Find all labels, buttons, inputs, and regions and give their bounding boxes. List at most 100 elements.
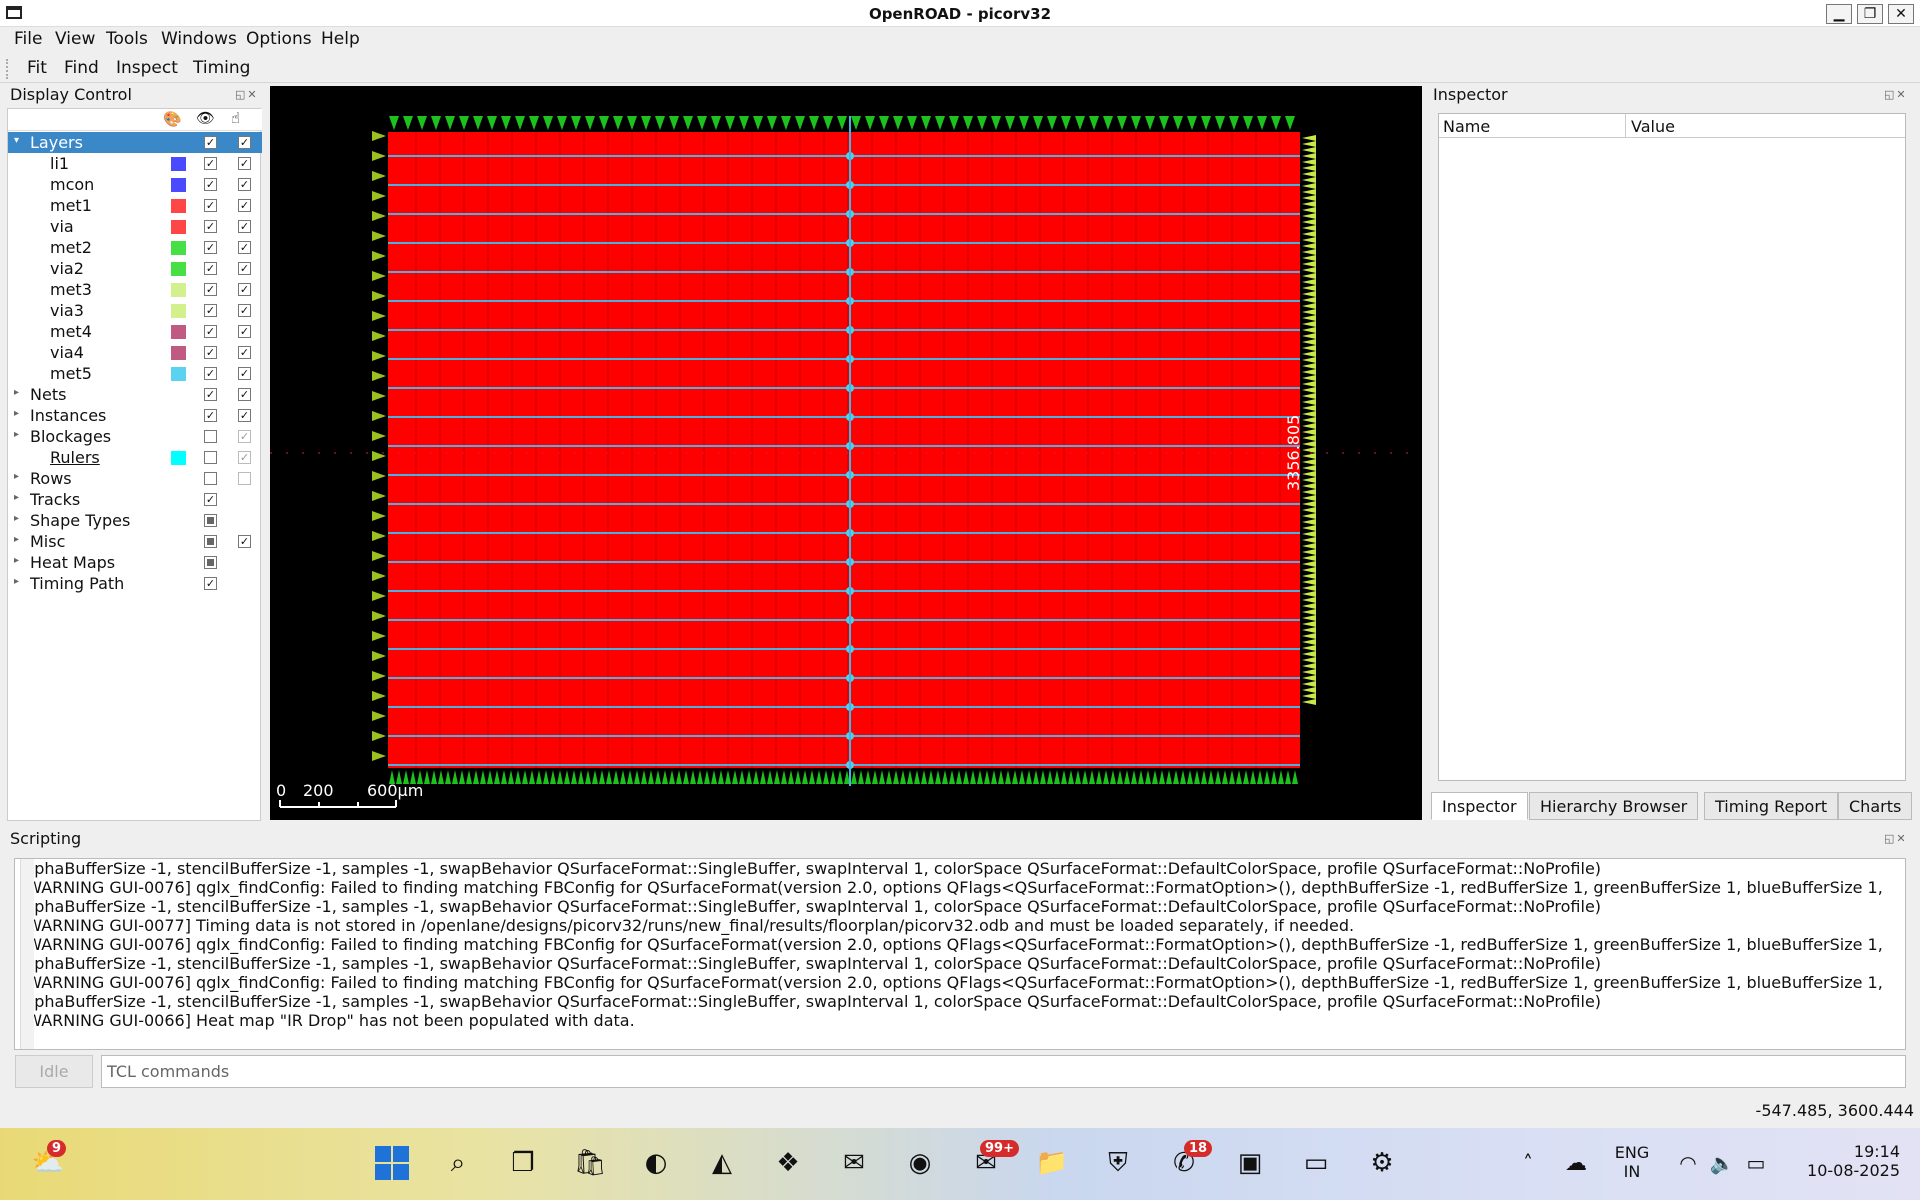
tree-row-via[interactable]: via ✓ ✓: [8, 216, 262, 237]
color-swatch[interactable]: [171, 367, 186, 381]
io-pin[interactable]: [445, 770, 451, 784]
io-pin[interactable]: [1302, 213, 1316, 219]
io-pin[interactable]: [372, 251, 386, 261]
io-pin[interactable]: [1302, 567, 1316, 573]
io-pin[interactable]: [655, 770, 661, 784]
io-pin[interactable]: [1302, 291, 1316, 297]
tree-row-met4[interactable]: met4 ✓ ✓: [8, 321, 262, 342]
io-pin[interactable]: [627, 116, 637, 130]
chevron-right-icon[interactable]: ▸: [14, 492, 19, 503]
tree-row-rows[interactable]: ▸ Rows: [8, 468, 262, 489]
chevron-up-icon[interactable]: ˄: [1508, 1143, 1548, 1183]
io-pin[interactable]: [1302, 609, 1316, 615]
chevron-right-icon[interactable]: ▸: [14, 471, 19, 482]
log-scrollbar[interactable]: [20, 859, 34, 1049]
io-pin[interactable]: [977, 116, 987, 130]
minimize-button[interactable]: ▁: [1826, 4, 1852, 24]
menu-windows[interactable]: Windows: [161, 29, 237, 49]
io-pin[interactable]: [1302, 165, 1316, 171]
column-name[interactable]: Name: [1443, 117, 1490, 136]
io-pin[interactable]: [529, 116, 539, 130]
io-pin[interactable]: [1061, 116, 1071, 130]
io-pin[interactable]: [711, 116, 721, 130]
io-pin[interactable]: [501, 116, 511, 130]
remote-desktop-icon[interactable]: ▣: [1230, 1143, 1270, 1183]
io-pin[interactable]: [669, 116, 679, 130]
find-button[interactable]: Find: [64, 58, 99, 78]
io-pin[interactable]: [1302, 621, 1316, 627]
io-pin[interactable]: [1229, 116, 1239, 130]
io-pin[interactable]: [1302, 249, 1316, 255]
scripting-log[interactable]: alphaBufferSize -1, stencilBufferSize -1…: [14, 858, 1906, 1050]
visible-checkbox[interactable]: [204, 556, 217, 569]
column-value[interactable]: Value: [1631, 117, 1675, 136]
io-pin[interactable]: [1201, 770, 1207, 784]
io-pin[interactable]: [1152, 770, 1158, 784]
io-pin[interactable]: [907, 116, 917, 130]
tree-row-met3[interactable]: met3 ✓ ✓: [8, 279, 262, 300]
tree-row-rulers[interactable]: Rulers ✓: [8, 447, 262, 468]
io-pin[interactable]: [1302, 315, 1316, 321]
io-pin[interactable]: [914, 770, 920, 784]
io-pin[interactable]: [372, 571, 386, 581]
io-pin[interactable]: [599, 116, 609, 130]
io-pin[interactable]: [424, 770, 430, 784]
io-pin[interactable]: [1302, 333, 1316, 339]
io-pin[interactable]: [1302, 597, 1316, 603]
io-pin[interactable]: [1302, 447, 1316, 453]
io-pin[interactable]: [893, 116, 903, 130]
io-pin[interactable]: [1124, 770, 1130, 784]
io-pin[interactable]: [1302, 693, 1316, 699]
io-pin[interactable]: [1075, 770, 1081, 784]
tree-row-via4[interactable]: via4 ✓ ✓: [8, 342, 262, 363]
io-pin[interactable]: [1302, 369, 1316, 375]
io-pin[interactable]: [1075, 116, 1085, 130]
io-pin[interactable]: [788, 770, 794, 784]
io-pin[interactable]: [1302, 399, 1316, 405]
visible-checkbox[interactable]: ✓: [204, 220, 217, 233]
io-pin[interactable]: [1215, 116, 1225, 130]
io-pin[interactable]: [1068, 770, 1074, 784]
tab-inspector[interactable]: Inspector: [1431, 792, 1528, 820]
io-pin[interactable]: [487, 116, 497, 130]
io-pin[interactable]: [1264, 770, 1270, 784]
chevron-right-icon[interactable]: ▸: [14, 576, 19, 587]
tree-row-met5[interactable]: met5 ✓ ✓: [8, 363, 262, 384]
selectable-checkbox[interactable]: ✓: [238, 136, 251, 149]
io-pin[interactable]: [1302, 351, 1316, 357]
io-pin[interactable]: [1302, 591, 1316, 597]
color-swatch[interactable]: [171, 178, 186, 192]
tab-timing-report[interactable]: Timing Report: [1704, 792, 1839, 820]
io-pin[interactable]: [648, 770, 654, 784]
io-pin[interactable]: [1271, 770, 1277, 784]
io-pin[interactable]: [372, 711, 386, 721]
outlook-icon[interactable]: ✉: [834, 1143, 874, 1183]
io-pin[interactable]: [1047, 770, 1053, 784]
io-pin[interactable]: [459, 770, 465, 784]
io-pin[interactable]: [1033, 116, 1043, 130]
io-pin[interactable]: [1033, 770, 1039, 784]
io-pin[interactable]: [1302, 561, 1316, 567]
io-pin[interactable]: [732, 770, 738, 784]
io-pin[interactable]: [718, 770, 724, 784]
selectable-checkbox[interactable]: ✓: [238, 283, 251, 296]
maximize-button[interactable]: ❐: [1857, 4, 1883, 24]
io-pin[interactable]: [1131, 116, 1141, 130]
io-pin[interactable]: [466, 770, 472, 784]
io-pin[interactable]: [1117, 116, 1127, 130]
io-pin[interactable]: [620, 770, 626, 784]
visible-checkbox[interactable]: ✓: [204, 199, 217, 212]
io-pin[interactable]: [417, 116, 427, 130]
io-pin[interactable]: [372, 291, 386, 301]
io-pin[interactable]: [907, 770, 913, 784]
io-pin[interactable]: [711, 770, 717, 784]
io-pin[interactable]: [753, 770, 759, 784]
io-pin[interactable]: [858, 770, 864, 784]
visible-checkbox[interactable]: ✓: [204, 577, 217, 590]
color-swatch[interactable]: [171, 157, 186, 171]
io-pin[interactable]: [529, 770, 535, 784]
io-pin[interactable]: [571, 116, 581, 130]
io-pin[interactable]: [1302, 363, 1316, 369]
io-pin[interactable]: [1302, 405, 1316, 411]
io-pin[interactable]: [1302, 387, 1316, 393]
